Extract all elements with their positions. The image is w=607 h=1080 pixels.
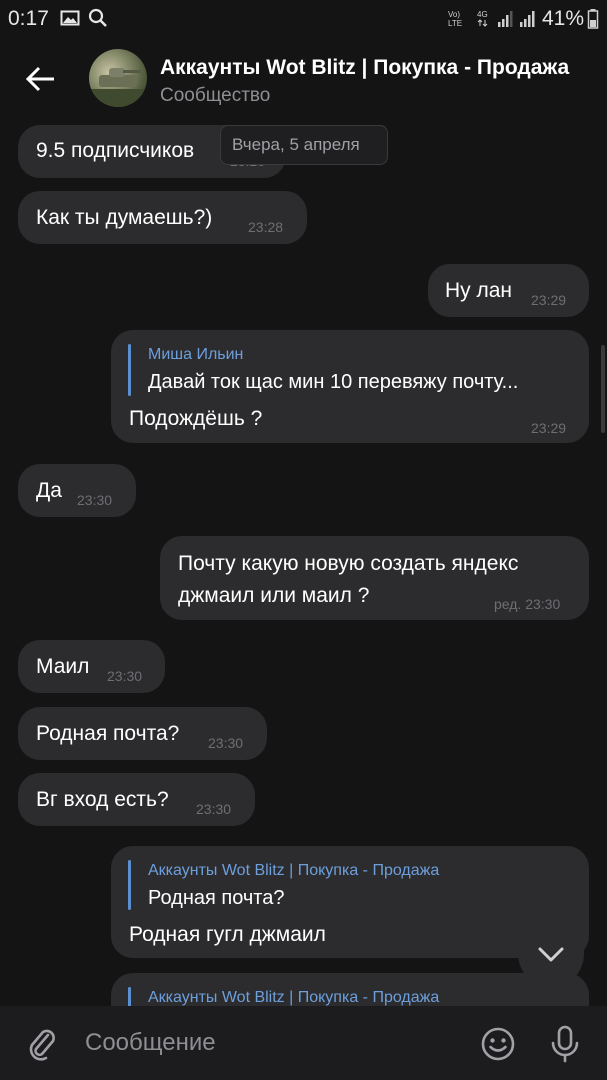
reply-accent-bar [128,344,131,396]
message-time: 23:29 [531,292,567,308]
reply-quote: Давай ток щас мин 10 перевяжу почту... [148,371,519,393]
message-text-line-2: джмаил или маил ? [178,584,370,607]
chat-subtitle: Сообщество [160,85,271,106]
message-text: Родная гугл джмаил [129,923,326,946]
community-avatar[interactable] [89,49,147,107]
message-time: 23:30 [196,801,232,817]
battery-level: 41% [541,7,584,30]
message-text: Подождёшь ? [129,407,263,430]
gallery-icon [60,10,80,26]
avatar-ground [89,89,147,107]
message-bubble-outgoing-reply[interactable]: Миша Ильин Давай ток щас мин 10 перевяжу… [111,330,589,443]
back-arrow-icon[interactable] [24,62,58,96]
status-bar: 0:17 Vo) LTE 4G 41% [0,0,607,38]
message-input[interactable]: Сообщение [85,1029,216,1057]
message-time: 23:29 [531,420,567,436]
battery-icon [587,9,599,29]
message-text: Вг вход есть? [36,788,169,811]
reply-quote: Родная почта? [148,887,285,909]
message-bubble-incoming[interactable]: Маил 23:30 [18,640,165,693]
smile-icon[interactable] [480,1026,516,1062]
date-separator: Вчера, 5 апреля [220,125,388,165]
message-text: Родная почта? [36,722,180,745]
message-text-line-1: Почту какую новую создать яндекс [178,552,519,575]
status-time: 0:17 [8,7,49,30]
message-text: Ну лан [445,279,513,302]
svg-text:4G: 4G [477,10,488,19]
signal-icon [498,11,513,27]
microphone-icon[interactable] [548,1024,582,1064]
message-text: Да [36,479,62,502]
message-time: 23:28 [248,219,284,235]
message-time: ред. 23:30 [494,596,561,612]
message-text: 9.5 подписчиков [36,139,195,162]
volte-icon: Vo) LTE [448,10,462,28]
message-time: 23:30 [208,735,244,751]
avatar-gun [123,70,141,73]
message-time: 23:30 [107,668,143,684]
signal-icon-2 [520,11,535,27]
reply-author: Аккаунты Wot Blitz | Покупка - Продажа [148,862,440,879]
message-text: Маил [36,655,90,678]
message-bubble-incoming[interactable]: Вг вход есть? 23:30 [18,773,255,826]
composer-bar: Сообщение [0,1006,607,1080]
reply-accent-bar [128,860,131,910]
date-label: Вчера, 5 апреля [232,135,360,154]
reply-author: Аккаунты Wot Blitz | Покупка - Продажа [148,989,440,1006]
network-4g-icon: 4G [477,10,488,27]
message-bubble-incoming[interactable]: Родная почта? 23:30 [18,707,267,760]
reply-author: Миша Ильин [148,346,244,363]
message-bubble-incoming[interactable]: Да 23:30 [18,464,136,517]
paperclip-icon[interactable] [26,1026,58,1062]
svg-text:Vo): Vo) [448,10,460,19]
chat-header: Аккаунты Wot Blitz | Покупка - Продажа С… [0,38,607,118]
message-text: Как ты думаешь?) [36,206,213,229]
chevron-down-icon [538,947,564,962]
search-icon [88,8,107,27]
message-bubble-outgoing[interactable]: Почту какую новую создать яндекс джмаил … [160,536,589,620]
svg-text:LTE: LTE [448,19,462,28]
scrollbar[interactable] [601,345,605,433]
message-bubble-incoming[interactable]: Как ты думаешь?) 23:28 [18,191,307,244]
message-bubble-outgoing[interactable]: Ну лан 23:29 [428,264,589,317]
scroll-down-button[interactable] [518,921,584,987]
message-time: 23:30 [77,492,113,508]
chat-title[interactable]: Аккаунты Wot Blitz | Покупка - Продажа [160,56,600,80]
